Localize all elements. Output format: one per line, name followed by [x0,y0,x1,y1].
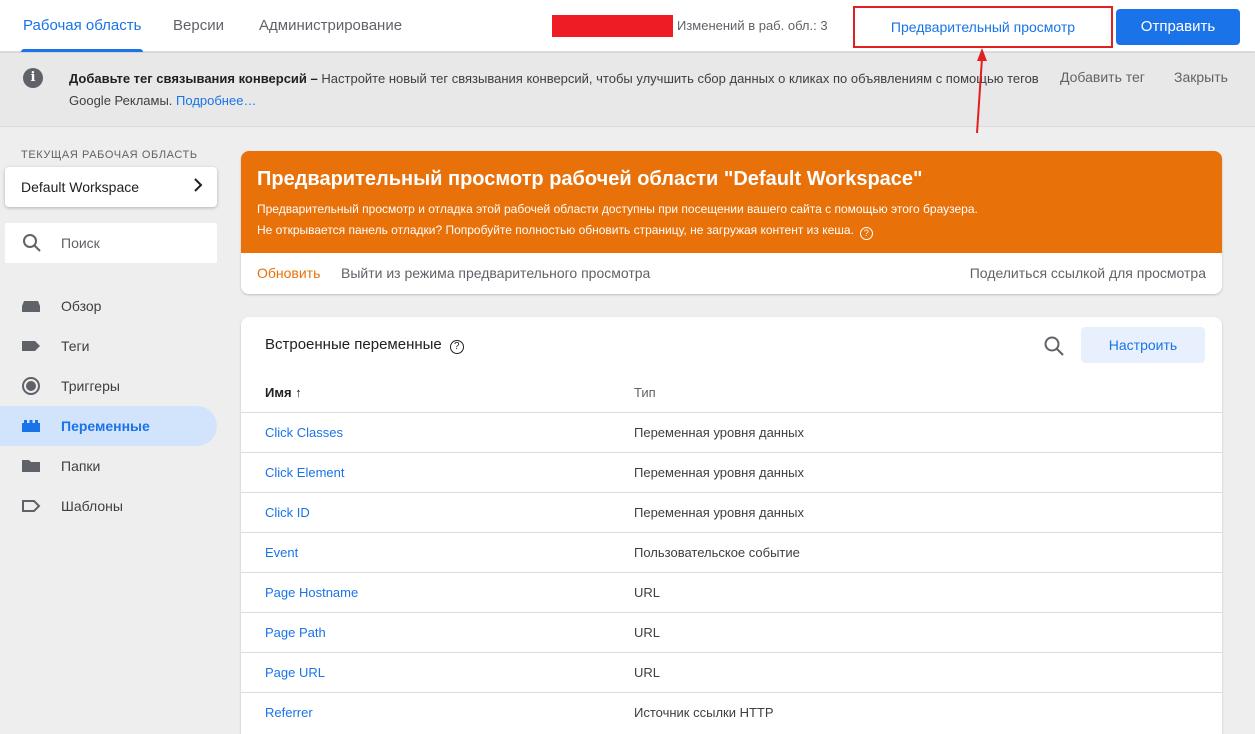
table-row: Click Classes Переменная уровня данных [241,412,1222,452]
variable-type: URL [634,665,661,680]
top-bar: Рабочая область Версии Администрирование… [0,0,1255,52]
help-icon[interactable]: ? [449,340,464,354]
sidebar-item-templates[interactable]: Шаблоны [0,486,217,526]
sidebar-item-triggers[interactable]: Триггеры [0,366,217,406]
builtin-variables-card: Встроенные переменные? Настроить Имя ↑ Т… [241,317,1222,734]
variable-name-link[interactable]: Click ID [265,505,310,520]
workspace-changes[interactable]: Изменений в раб. обл.: 3 [677,18,828,33]
variable-name-link[interactable]: Page URL [265,665,325,680]
workspace-name: Default Workspace [21,179,140,195]
variable-type: Переменная уровня данных [634,465,805,480]
variable-name-link[interactable]: Page Hostname [265,585,358,600]
folder-icon [22,460,40,472]
sort-arrow-up-icon: ↑ [295,385,302,400]
preview-description: Предварительный просмотр и отладка этой … [257,202,978,216]
sidebar-item-label: Шаблоны [61,498,123,514]
search-icon[interactable] [1043,335,1065,357]
tag-icon [22,341,40,351]
table-row: Event Пользовательское событие [241,532,1222,572]
overview-icon [22,301,40,312]
variable-name-link[interactable]: Referrer [265,705,313,720]
sidebar-item-variables[interactable]: Переменные [0,406,217,446]
table-row: Click Element Переменная уровня данных [241,452,1222,492]
sidebar-search[interactable]: Поиск [5,223,217,263]
sidebar-item-label: Теги [61,338,90,354]
workspace-label: ТЕКУЩАЯ РАБОЧАЯ ОБЛАСТЬ [21,149,198,161]
notice-text: Добавьте тег связывания конверсий – Наст… [69,68,1049,112]
table-row: Click ID Переменная уровня данных [241,492,1222,532]
add-tag-button[interactable]: Добавить тег [1060,69,1145,85]
trigger-icon [22,377,40,395]
configure-button[interactable]: Настроить [1081,327,1205,363]
table-row: Page URL URL [241,652,1222,692]
variable-name-link[interactable]: Click Element [265,465,344,480]
column-header-type[interactable]: Тип [634,385,656,400]
preview-card: Предварительный просмотр рабочей области… [241,151,1222,294]
variable-name-link[interactable]: Page Path [265,625,326,640]
table-row: Referrer Источник ссылки HTTP [241,692,1222,732]
annotation-arrow [976,48,987,134]
search-placeholder: Поиск [61,235,100,251]
preview-debug-text: Не открывается панель отладки? Попробуйт… [257,223,854,237]
help-icon[interactable]: ? [859,227,873,240]
sidebar-item-folders[interactable]: Папки [0,446,217,486]
variable-type: Переменная уровня данных [634,505,805,520]
variable-name-link[interactable]: Click Classes [265,425,343,440]
variable-type: Пользовательское событие [634,545,800,560]
variables-title: Встроенные переменные? [265,336,464,354]
close-notice-button[interactable]: Закрыть [1174,69,1228,85]
sidebar-item-tags[interactable]: Теги [0,326,217,366]
info-icon: i [23,68,43,88]
preview-button[interactable]: Предварительный просмотр [853,6,1113,48]
notice-bold-text: Добавьте тег связывания конверсий – [69,71,318,86]
submit-button[interactable]: Отправить [1116,9,1240,45]
preview-button-label: Предварительный просмотр [890,19,1076,35]
preview-debug-hint: Не открывается панель отладки? Попробуйт… [257,223,873,240]
sidebar-item-label: Обзор [61,298,102,314]
tab-workspace[interactable]: Рабочая область [21,0,144,52]
variable-type: URL [634,585,661,600]
notice-banner: i Добавьте тег связывания конверсий – На… [0,53,1255,127]
chevron-right-icon [194,178,203,192]
workspace-selector[interactable]: Default Workspace [5,167,217,207]
table-row: Page Hostname URL [241,572,1222,612]
sidebar-item-label: Папки [61,458,101,474]
table-row: Page Path URL [241,612,1222,652]
search-icon [23,234,41,252]
variable-type: Переменная уровня данных [634,425,805,440]
sidebar-item-overview[interactable]: Обзор [0,286,217,326]
preview-card-header: Предварительный просмотр рабочей области… [241,151,1222,253]
column-header-name[interactable]: Имя ↑ [265,385,302,400]
sidebar-item-label: Триггеры [61,378,120,394]
refresh-button[interactable]: Обновить [257,265,320,281]
column-name-label: Имя [265,385,292,400]
share-preview-button[interactable]: Поделиться ссылкой для просмотра [970,265,1206,281]
exit-preview-button[interactable]: Выйти из режима предварительного просмот… [341,265,650,281]
variable-type: Источник ссылки HTTP [634,705,774,720]
redacted-block [552,15,673,37]
tab-versions[interactable]: Версии [171,0,226,50]
learn-more-link[interactable]: Подробнее… [176,93,256,108]
preview-title: Предварительный просмотр рабочей области… [257,168,923,190]
variables-title-text: Встроенные переменные [265,336,442,353]
template-icon [22,500,41,512]
variables-icon [22,420,40,432]
variable-name-link[interactable]: Event [265,545,298,560]
sidebar-item-label: Переменные [61,418,150,434]
variable-type: URL [634,625,661,640]
tab-admin[interactable]: Администрирование [257,0,404,50]
